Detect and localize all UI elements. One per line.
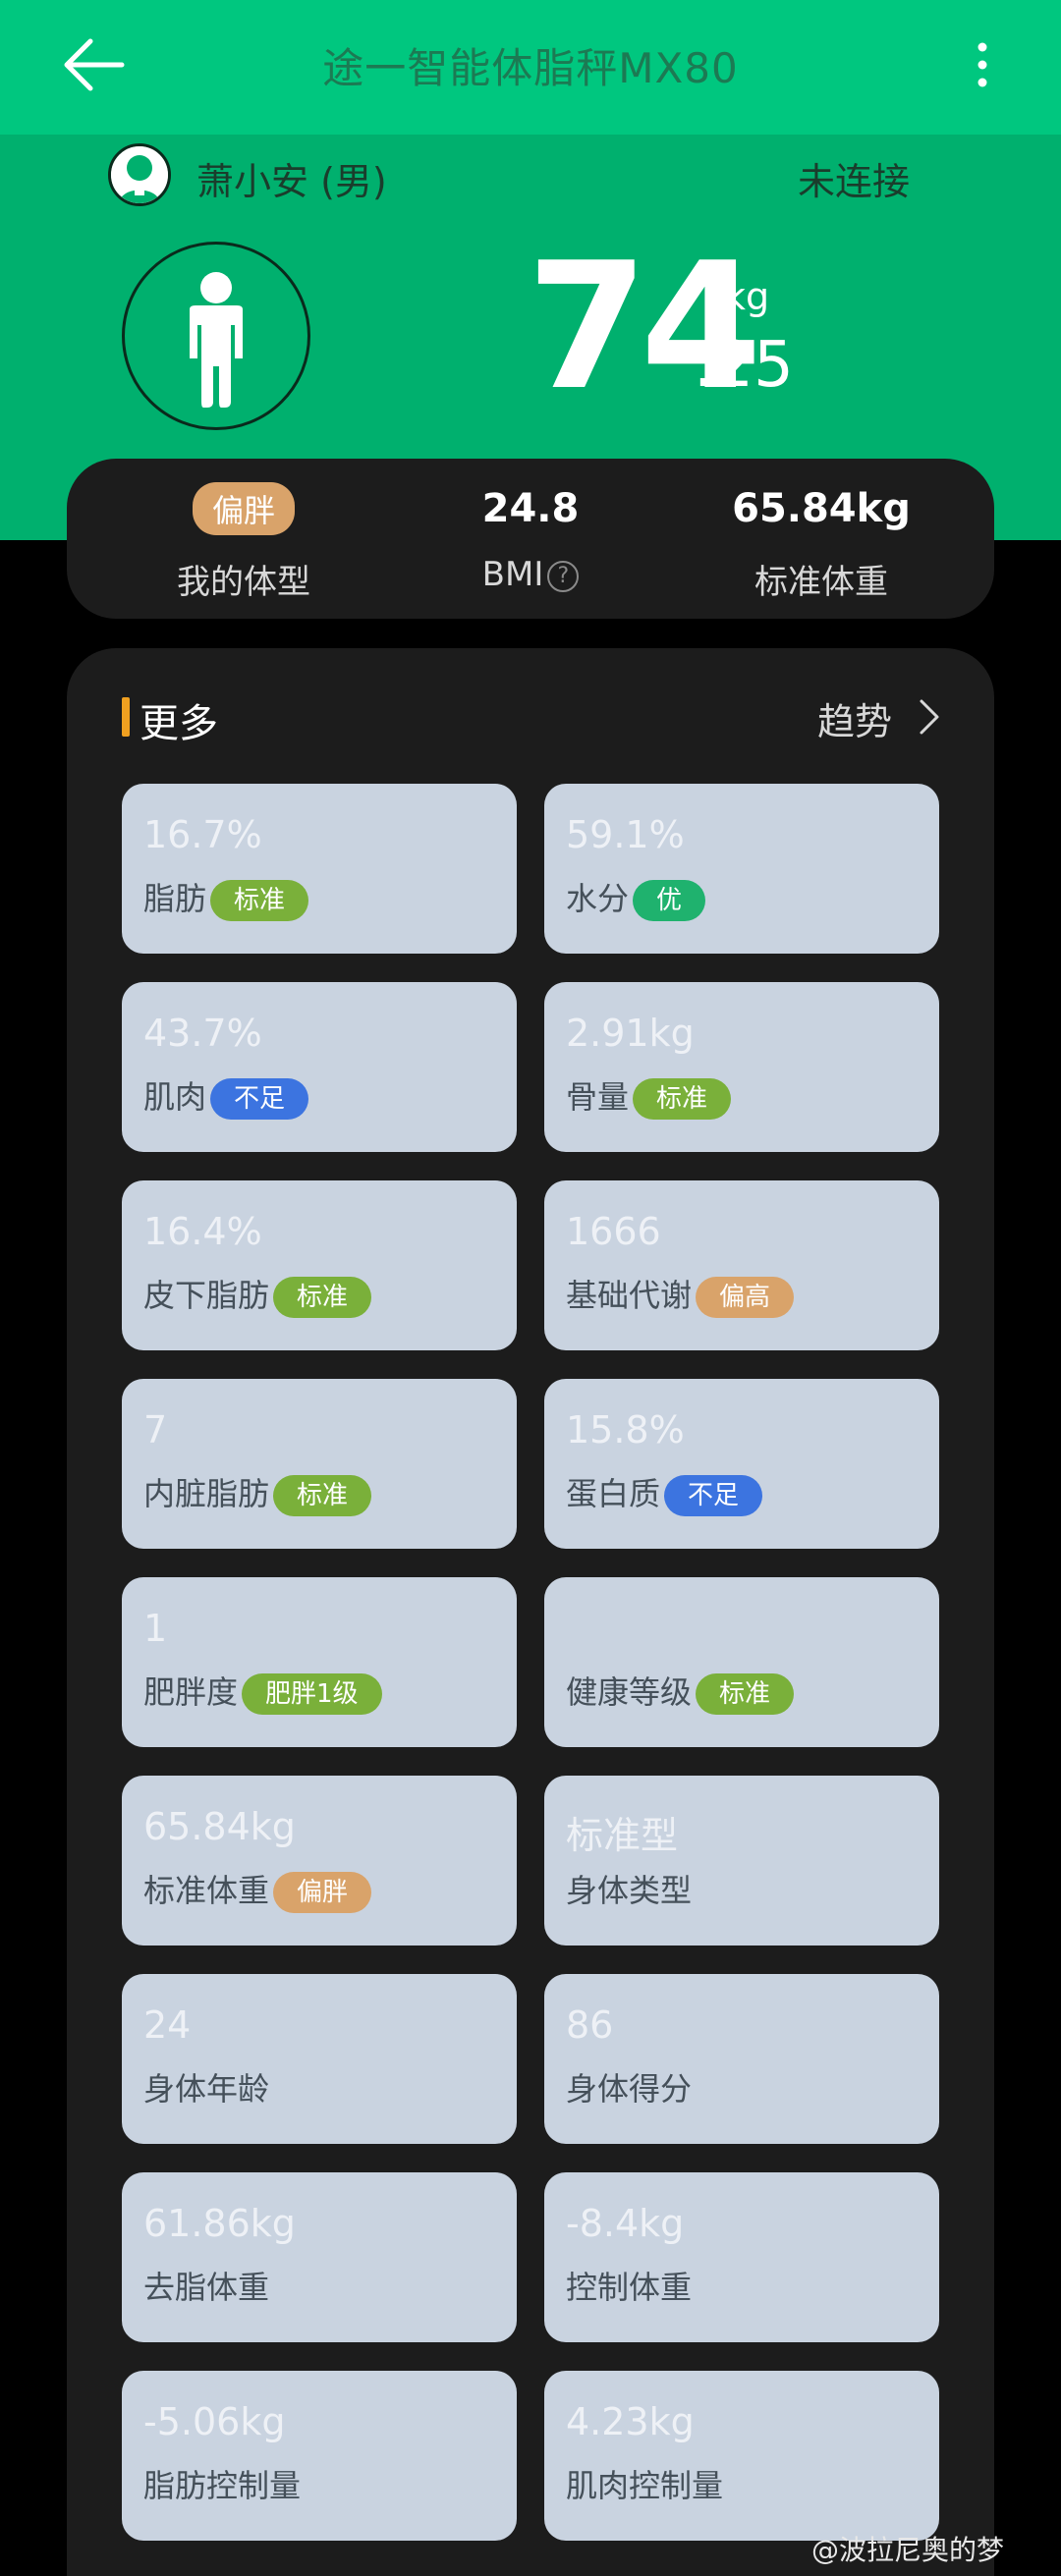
bmi-label: BMI [481,555,544,594]
trend-link[interactable]: 趋势 [817,691,892,745]
metric-label: 基础代谢 [566,1277,693,1314]
body-figure [122,242,310,430]
standard-weight-value: 65.84kg [732,486,911,531]
metric-value: 61.86kg [143,2202,296,2245]
status-badge: 偏高 [696,1277,795,1318]
metric-value: 7 [143,1408,168,1452]
metric-tile[interactable]: -8.4kg 控制体重 [544,2172,939,2342]
status-badge: 肥胖1级 [242,1673,382,1715]
status-badge: 不足 [664,1475,763,1516]
summary-card: 偏胖 我的体型 24.8 BMI? 65.84kg 标准体重 [67,459,994,619]
avatar[interactable] [108,143,171,206]
metric-value: -8.4kg [566,2202,685,2245]
metric-tile[interactable]: 16.4% 皮下脂肪 标准 [122,1180,517,1350]
user-avatar-icon [111,146,168,203]
weight-decimal: .25 [694,329,794,402]
chevron-right-icon[interactable] [916,697,943,737]
metric-label: 脂肪控制量 [143,2467,302,2504]
metric-value: 43.7% [143,1012,262,1055]
watermark: @波拉尼奥的梦 [811,2534,1005,2566]
metric-value: 65.84kg [143,1805,296,1848]
metric-value: 16.4% [143,1210,262,1253]
metric-label: 皮下脂肪 [143,1277,270,1314]
metric-label: 脂肪 [143,880,207,917]
metric-tile[interactable]: 2.91kg 骨量 标准 [544,982,939,1152]
metric-tile[interactable]: 59.1% 水分优 [544,784,939,954]
bmi-value: 24.8 [481,486,580,531]
status-badge: 标准 [273,1475,372,1516]
metric-value: 1 [143,1607,168,1650]
status-badge: 偏胖 [273,1872,372,1913]
body-type-summary[interactable]: 偏胖 我的体型 [96,459,391,619]
status-badge: 优 [633,880,706,921]
metric-label: 肌肉控制量 [566,2467,724,2504]
section-title: 更多 [140,701,218,746]
body-type-label: 我的体型 [177,563,310,602]
page-title: 途一智能体脂秤MX80 [322,44,739,92]
connection-status[interactable]: 未连接 [798,151,910,205]
metric-value: 2.91kg [566,1012,695,1055]
metric-value: 1666 [566,1210,661,1253]
metric-label: 骨量 [566,1078,630,1116]
metric-tile[interactable]: 61.86kg 去脂体重 [122,2172,517,2342]
more-vertical-icon[interactable] [963,35,1002,94]
metric-label: 健康等级 [566,1673,693,1711]
metric-tile[interactable]: 1 肥胖度 肥胖1级 [122,1577,517,1747]
person-icon [190,272,243,408]
weight-unit: kg [724,275,770,318]
bmi-summary[interactable]: 24.8 BMI? [383,459,678,619]
top-app-bar: 途一智能体脂秤MX80 [0,0,1061,135]
metric-tile[interactable]: 4.23kg 肌肉控制量 [544,2371,939,2541]
metric-tile[interactable]: 16.7% 脂肪 标准 [122,784,517,954]
metric-tile[interactable]: 7 内脏脂肪 标准 [122,1379,517,1549]
help-icon[interactable]: ? [547,560,580,592]
metric-label: 内脏脂肪 [143,1475,270,1512]
section-accent-bar [122,697,130,737]
status-badge: 标准 [210,880,309,921]
user-name[interactable]: 萧小安 (男) [196,151,387,205]
page: 途一智能体脂秤MX80 萧小安 (男) 未连接 74 kg .25 偏胖 我的体… [0,0,1061,2576]
metric-tile[interactable]: 43.7% 肌肉 不足 [122,982,517,1152]
metric-tile[interactable]: 1666 基础代谢 偏高 [544,1180,939,1350]
metric-label: 蛋白质 [566,1475,661,1512]
metric-value: 59.1% [566,813,685,856]
metric-tile[interactable]: 健康等级 标准 [544,1577,939,1747]
status-badge: 标准 [696,1673,795,1715]
metric-tile[interactable]: 标准型 身体类型 [544,1776,939,1946]
metric-tile[interactable]: 65.84kg 标准体重 偏胖 [122,1776,517,1946]
metric-value: 4.23kg [566,2400,695,2443]
metric-tile[interactable]: 15.8% 蛋白质 不足 [544,1379,939,1549]
metric-label: 身体年龄 [143,2070,270,2108]
metric-tile[interactable]: 24 身体年龄 [122,1974,517,2144]
metric-label: 水分 [566,880,630,917]
metric-value: 15.8% [566,1408,685,1452]
status-badge: 标准 [633,1078,732,1120]
metric-label: 控制体重 [566,2269,693,2306]
metric-label: 肌肉 [143,1078,207,1116]
status-badge: 标准 [273,1277,372,1318]
metric-label: 身体得分 [566,2070,693,2108]
metric-tile[interactable]: 86 身体得分 [544,1974,939,2144]
metric-value: 标准型 [566,1814,679,1857]
metric-label: 肥胖度 [143,1673,239,1711]
metric-value: 16.7% [143,813,262,856]
body-type-badge: 偏胖 [192,482,295,535]
standard-weight-label: 标准体重 [754,563,888,602]
metric-tile[interactable]: -5.06kg 脂肪控制量 [122,2371,517,2541]
metric-label: 标准体重 [143,1872,270,1909]
metric-value: 24 [143,2003,192,2047]
metric-value: 86 [566,2003,614,2047]
metric-value: -5.06kg [143,2400,286,2443]
standard-weight-summary[interactable]: 65.84kg 标准体重 [674,459,969,619]
metric-label: 身体类型 [566,1872,693,1909]
status-badge: 不足 [210,1078,309,1120]
metric-label: 去脂体重 [143,2269,270,2306]
